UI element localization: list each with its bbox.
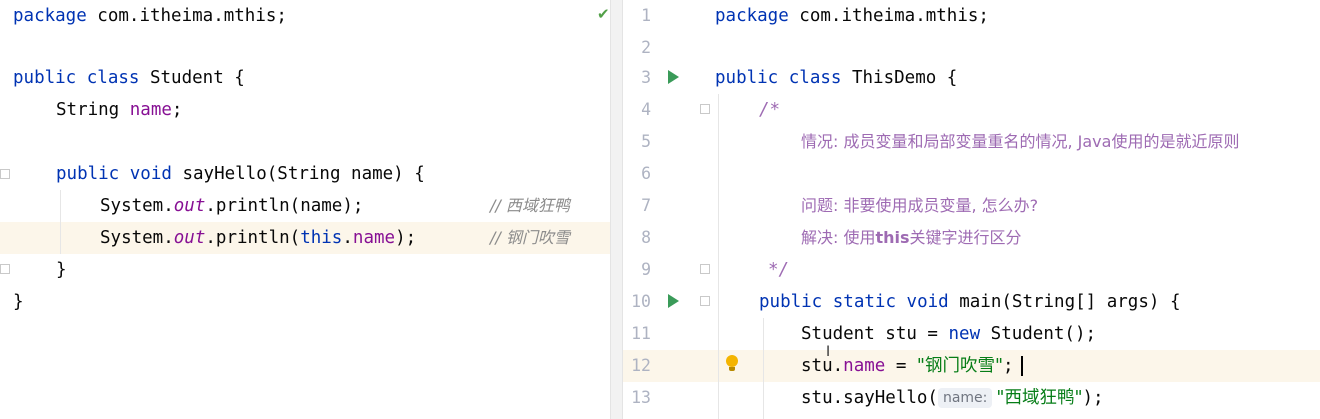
method-signature: sayHello(String name) { bbox=[171, 164, 425, 184]
field-name: name bbox=[129, 100, 172, 120]
field-name: name bbox=[843, 356, 886, 376]
block-comment-start: /* bbox=[759, 100, 781, 120]
keyword: class bbox=[788, 68, 842, 88]
code-line[interactable]: public class Student { bbox=[0, 62, 610, 94]
code-line[interactable]: String name; bbox=[0, 94, 610, 126]
block-comment-end: */ bbox=[768, 260, 790, 280]
keyword: public bbox=[759, 292, 823, 312]
code-line[interactable]: 解决: 使用this关键字进行区分 bbox=[623, 222, 1320, 254]
code-line[interactable]: /* bbox=[623, 94, 1320, 126]
right-editor[interactable]: 1 2 3 4 5 6 7 8 9 10 11 12 13 package co… bbox=[623, 0, 1320, 419]
code-line[interactable]: 问题: 非要使用成员变量, 怎么办? bbox=[623, 190, 1320, 222]
code-text: ; bbox=[1003, 356, 1014, 376]
keyword: public bbox=[56, 164, 120, 184]
keyword: package bbox=[13, 6, 87, 26]
closing-brace: } bbox=[13, 292, 24, 312]
keyword: void bbox=[129, 164, 172, 184]
code-line[interactable]: Student stu = new Student(); bbox=[623, 318, 1320, 350]
package-name: com.itheima.mthis; bbox=[788, 6, 989, 26]
indent-guide bbox=[60, 190, 61, 254]
code-line[interactable]: package com.itheima.mthis; bbox=[623, 0, 1320, 32]
block-comment-text: 解决: 使用 bbox=[801, 228, 876, 247]
code-line[interactable]: stu.sayHello(name: "西域狂鸭"); bbox=[623, 382, 1320, 414]
code-line[interactable]: public void sayHello(String name) { bbox=[0, 158, 610, 190]
indent-guide bbox=[763, 318, 764, 419]
code-text: stu.sayHello( bbox=[801, 388, 938, 408]
code-text: ); bbox=[1082, 388, 1104, 408]
line-comment: // 钢门吹雪 bbox=[490, 228, 570, 247]
keyword: class bbox=[86, 68, 140, 88]
code-line[interactable]: public class ThisDemo { bbox=[623, 62, 1320, 94]
keyword: public bbox=[715, 68, 779, 88]
parameter-hint: name: bbox=[937, 388, 993, 408]
keyword: this bbox=[300, 228, 343, 248]
code-line[interactable]: System.out.println(name); // 西域狂鸭 bbox=[0, 190, 610, 222]
code-text: = bbox=[885, 356, 917, 376]
line-comment: // 西域狂鸭 bbox=[490, 196, 570, 215]
code-text: . bbox=[342, 228, 353, 248]
string-literal: "钢门吹雪" bbox=[916, 356, 1004, 376]
method-signature: main(String[] args) { bbox=[948, 292, 1181, 312]
block-comment-text: 关键字进行区分 bbox=[909, 228, 1022, 247]
string-literal: "西域狂鸭" bbox=[996, 388, 1083, 408]
code-text: Student(); bbox=[980, 324, 1097, 344]
class-declaration: ThisDemo { bbox=[841, 68, 958, 88]
code-line[interactable]: stu.name = "钢门吹雪"; bbox=[623, 350, 1320, 382]
text-caret bbox=[1021, 356, 1023, 376]
split-divider[interactable] bbox=[610, 0, 623, 419]
code-line[interactable]: } bbox=[0, 254, 610, 286]
type-name: String bbox=[56, 100, 120, 120]
code-text: Student stu = bbox=[801, 324, 949, 344]
keyword: new bbox=[948, 324, 981, 344]
class-declaration: Student { bbox=[139, 68, 245, 88]
code-line[interactable]: } bbox=[0, 286, 610, 318]
code-line[interactable]: public static void main(String[] args) { bbox=[623, 286, 1320, 318]
code-line-current[interactable]: System.out.println(this.name); // 钢门吹雪 bbox=[0, 222, 610, 254]
code-text: System. bbox=[100, 196, 174, 216]
keyword: public bbox=[13, 68, 77, 88]
code-text: stu. bbox=[801, 356, 844, 376]
code-text: .println(name); bbox=[205, 196, 364, 216]
field-name: name bbox=[352, 228, 396, 248]
block-comment-text: 问题: 非要使用成员变量, 怎么办? bbox=[801, 196, 1039, 215]
code-text: System. bbox=[100, 228, 174, 248]
code-line[interactable]: 情况: 成员变量和局部变量重名的情况, Java使用的是就近原则 bbox=[623, 126, 1320, 158]
indent-guide bbox=[718, 94, 719, 419]
code-text: ); bbox=[395, 228, 417, 248]
keyword: package bbox=[715, 6, 789, 26]
static-field: out bbox=[173, 228, 206, 248]
keyword: static bbox=[832, 292, 896, 312]
closing-brace: } bbox=[56, 260, 67, 280]
package-name: com.itheima.mthis; bbox=[86, 6, 287, 26]
semicolon: ; bbox=[171, 100, 183, 120]
keyword: void bbox=[906, 292, 949, 312]
block-comment-text: 情况: 成员变量和局部变量重名的情况, Java使用的是就近原则 bbox=[801, 132, 1240, 151]
code-text: .println( bbox=[205, 228, 301, 248]
left-editor[interactable]: package com.itheima.mthis; ✔ public clas… bbox=[0, 0, 610, 419]
check-icon[interactable]: ✔ bbox=[597, 5, 610, 23]
block-comment-bold: this bbox=[875, 228, 910, 247]
code-line[interactable]: */ bbox=[623, 254, 1320, 286]
code-line[interactable]: package com.itheima.mthis; bbox=[0, 0, 610, 32]
static-field: out bbox=[173, 196, 206, 216]
